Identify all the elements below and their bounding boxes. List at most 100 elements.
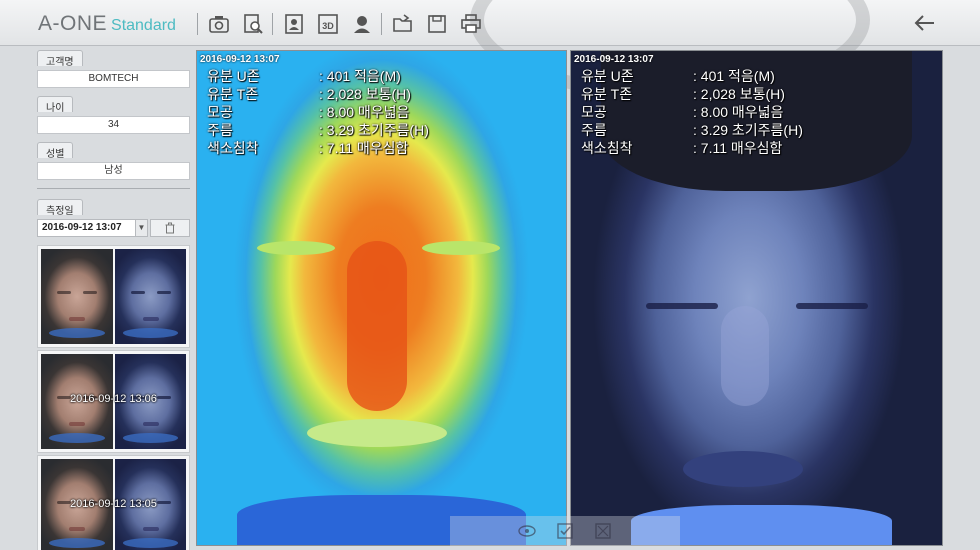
trash-icon (165, 222, 175, 234)
customer-name-field: 고객명 BOMTECH (32, 50, 192, 88)
metric-value: : 2,028 보통(H) (693, 86, 785, 102)
heat-nose-zone (347, 241, 407, 411)
metric-value: : 3.29 초기주름(H) (319, 122, 429, 138)
panel-divider (37, 188, 190, 189)
skin-metrics: 유분 U존 : 401 적음(M) 유분 T존 : 2,028 보통(H) 모공 : … (581, 67, 803, 157)
uv-eye (646, 303, 718, 309)
measurement-date-field: 측정일 2016-09-12 13:07 ▼ (32, 199, 192, 237)
thumbnail-pair[interactable] (37, 245, 190, 348)
camera-button[interactable] (202, 10, 236, 38)
toolbar: 3D (195, 10, 488, 38)
metric-name: 유분 T존 (207, 86, 259, 102)
save-icon (428, 15, 446, 33)
metric-value: : 8.00 매우넓음 (693, 104, 784, 120)
thumb-eye (130, 291, 145, 294)
metric-name: 주름 (207, 122, 233, 138)
back-button[interactable] (912, 11, 938, 35)
uv-mouth (683, 451, 803, 487)
thumb-mouth (69, 317, 85, 321)
uv-nose (721, 306, 769, 406)
edit-check-icon[interactable] (555, 521, 575, 541)
history-thumbnails: 2016-09-12 13:06 2016-09-12 13:05 (37, 245, 190, 550)
open-button[interactable] (386, 10, 420, 38)
measurement-date-select[interactable]: 2016-09-12 13:07 (37, 219, 136, 237)
heatmap-image-panel[interactable]: 2016-09-12 13:07 유분 U존 : 401 적음(M) 유분 T존:… (196, 50, 567, 546)
toolbar-separator (381, 13, 382, 35)
compare-icon[interactable] (517, 521, 537, 541)
thumb-eye (83, 291, 97, 294)
3d-icon: 3D (318, 14, 338, 34)
thumb-collar (122, 433, 178, 443)
profile-icon (354, 16, 370, 33)
customer-name-label: 고객명 (37, 50, 83, 68)
toolbar-separator (272, 13, 273, 35)
delete-button[interactable] (150, 219, 190, 237)
skin-metrics: 유분 U존 : 401 적음(M) 유분 T존 : 2,028 보통(H) 모공 : … (207, 67, 429, 157)
metric-name: 색소침착 (581, 140, 633, 156)
camera-icon (209, 16, 229, 33)
measurement-date-row: 2016-09-12 13:07 ▼ (37, 219, 190, 237)
metric-value: : 7.11 매우심함 (319, 140, 409, 156)
chevron-down-icon[interactable]: ▼ (136, 219, 148, 237)
customer-name-value[interactable]: BOMTECH (37, 70, 190, 88)
metric-name: 모공 (581, 104, 607, 120)
image-timestamp: 2016-09-12 13:07 (200, 54, 280, 65)
print-button[interactable] (454, 10, 488, 38)
face-id-icon (285, 14, 303, 34)
folder-open-icon (393, 14, 412, 32)
metric-row: 색소침착 : 7.11 매우심함 (207, 139, 429, 157)
back-arrow-icon (914, 15, 934, 31)
metric-name: 유분 U존 (581, 68, 634, 84)
thumbnail-uv[interactable] (114, 249, 186, 344)
customer-gender-field: 성별 남성 (32, 142, 192, 180)
face-id-button[interactable] (277, 10, 311, 38)
metric-name: 색소침착 (207, 140, 259, 156)
metric-row: 모공 : 8.00 매우넓음 (581, 103, 803, 121)
metric-name: 유분 U존 (207, 68, 260, 84)
app-logo: A-ONE Standard (38, 12, 176, 36)
thumb-mouth (142, 317, 159, 321)
thumbnail-normal[interactable] (41, 249, 113, 344)
metric-row: 주름: 3.29 초기주름(H) (581, 121, 803, 139)
logo-main: A-ONE (38, 12, 108, 35)
analysis-button[interactable] (236, 10, 270, 38)
metric-value: : 401 적음(M) (319, 68, 401, 84)
metric-row: 주름 : 3.29 초기주름(H) (207, 121, 429, 139)
svg-text:3D: 3D (322, 21, 334, 31)
thumb-mouth (142, 422, 159, 426)
customer-age-label: 나이 (37, 96, 74, 114)
customer-age-value[interactable]: 34 (37, 116, 190, 134)
app-header: A-ONE Standard 3D (0, 0, 980, 100)
measurement-date-label: 측정일 (37, 199, 83, 217)
heat-eye (422, 241, 500, 255)
thumb-collar (49, 538, 105, 548)
metric-value: : 401 적음(M) (693, 68, 775, 84)
thumbnail-pair[interactable]: 2016-09-12 13:06 (37, 350, 190, 453)
metric-name: 유분 T존 (581, 86, 633, 102)
metric-row: 유분 T존 : 2,028 보통(H) (207, 85, 429, 103)
thumb-mouth (69, 527, 85, 531)
customer-gender-value[interactable]: 남성 (37, 162, 190, 180)
customer-panel: 고객명 BOMTECH 나이 34 성별 남성 측정일 2016-09-12 1… (32, 50, 192, 550)
customer-age-field: 나이 34 (32, 96, 192, 134)
metric-row: 유분 U존 : 401 적음(M) (581, 67, 803, 85)
fullscreen-icon[interactable] (593, 521, 613, 541)
heat-mouth (307, 419, 447, 447)
metric-value: : 2,028 보통(H) (319, 86, 411, 102)
thumbnail-date: 2016-09-12 13:05 (70, 498, 157, 510)
thumb-collar (122, 328, 178, 338)
thumb-eye (57, 291, 71, 294)
profile-button[interactable] (345, 10, 379, 38)
uv-image-panel[interactable]: 2016-09-12 13:07 유분 U존: 401 적음(M) 유분 T존:… (570, 50, 943, 546)
thumb-collar (49, 433, 105, 443)
customer-gender-label: 성별 (37, 142, 74, 160)
save-button[interactable] (420, 10, 454, 38)
thumbnail-pair[interactable]: 2016-09-12 13:05 (37, 455, 190, 550)
metric-value: : 8.00 매우넓음 (319, 104, 410, 120)
metric-value: : 7.11 매우심함 (693, 140, 783, 156)
3d-button[interactable]: 3D (311, 10, 345, 38)
metric-row: 유분 U존 : 401 적음(M) (207, 67, 429, 85)
thumb-collar (49, 328, 105, 338)
metric-name: 모공 (207, 104, 233, 120)
print-icon (461, 14, 481, 33)
